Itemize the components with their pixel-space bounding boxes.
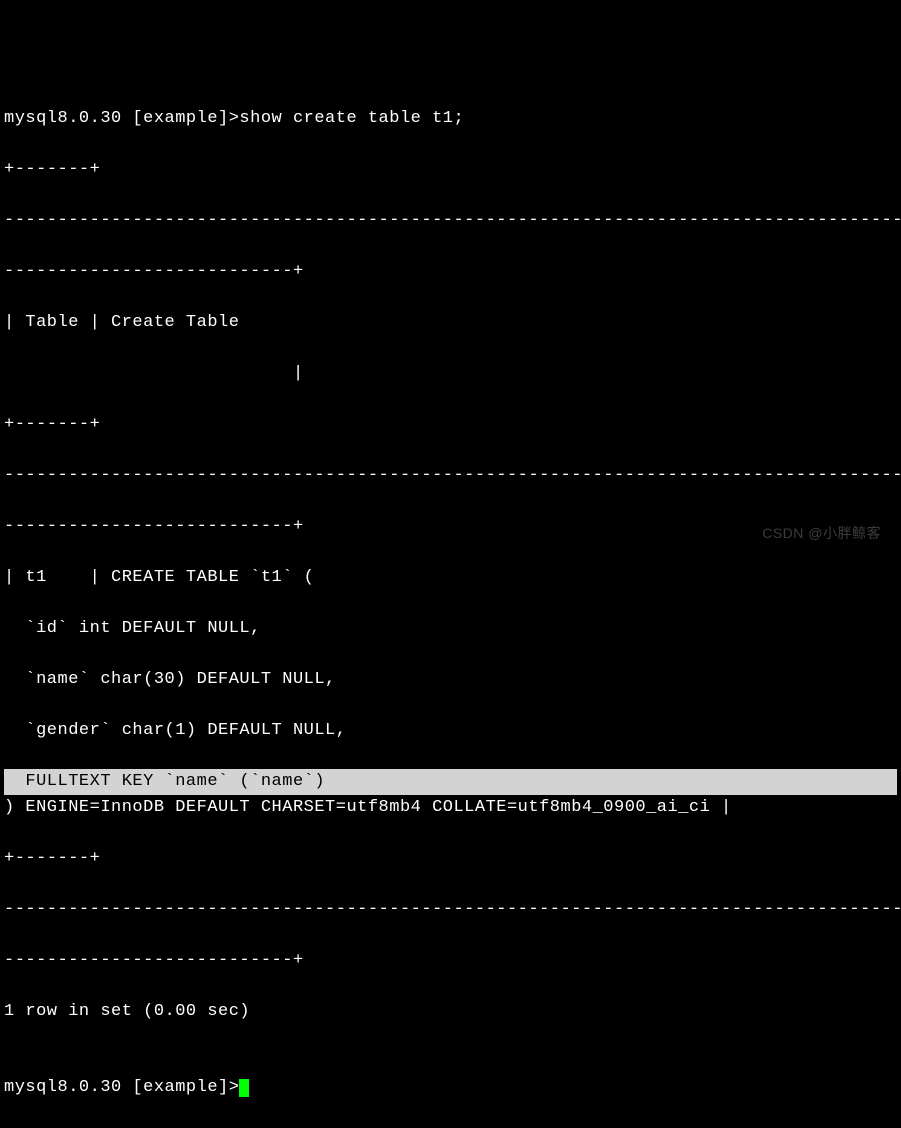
border-dash: ----------------------------------------… — [4, 897, 897, 923]
body-line-3: `name` char(30) DEFAULT NULL, — [4, 667, 897, 693]
header-row: | Table | Create Table — [4, 310, 897, 336]
result-line: 1 row in set (0.00 sec) — [4, 999, 897, 1025]
prompt-text: mysql8.0.30 [example]> — [4, 1078, 239, 1097]
body-line-6: ) ENGINE=InnoDB DEFAULT CHARSET=utf8mb4 … — [4, 795, 897, 821]
watermark: CSDN @小胖鲸客 — [762, 523, 881, 544]
border-dash-end: ---------------------------+ — [4, 259, 897, 285]
border-mid: +-------+ — [4, 412, 897, 438]
border-top: +-------+ — [4, 157, 897, 183]
border-dash: ----------------------------------------… — [4, 208, 897, 234]
body-line-5-highlighted: FULLTEXT KEY `name` (`name`) — [4, 769, 897, 795]
cursor — [239, 1079, 249, 1097]
prompt-line-1: mysql8.0.30 [example]>show create table … — [4, 106, 897, 132]
border-bot: +-------+ — [4, 846, 897, 872]
header-spacer: | — [4, 361, 897, 387]
body-line-2: `id` int DEFAULT NULL, — [4, 616, 897, 642]
body-line-4: `gender` char(1) DEFAULT NULL, — [4, 718, 897, 744]
prompt-line-2[interactable]: mysql8.0.30 [example]> — [4, 1075, 897, 1101]
border-dash-end: ---------------------------+ — [4, 948, 897, 974]
body-line-1: | t1 | CREATE TABLE `t1` ( — [4, 565, 897, 591]
border-dash: ----------------------------------------… — [4, 463, 897, 489]
